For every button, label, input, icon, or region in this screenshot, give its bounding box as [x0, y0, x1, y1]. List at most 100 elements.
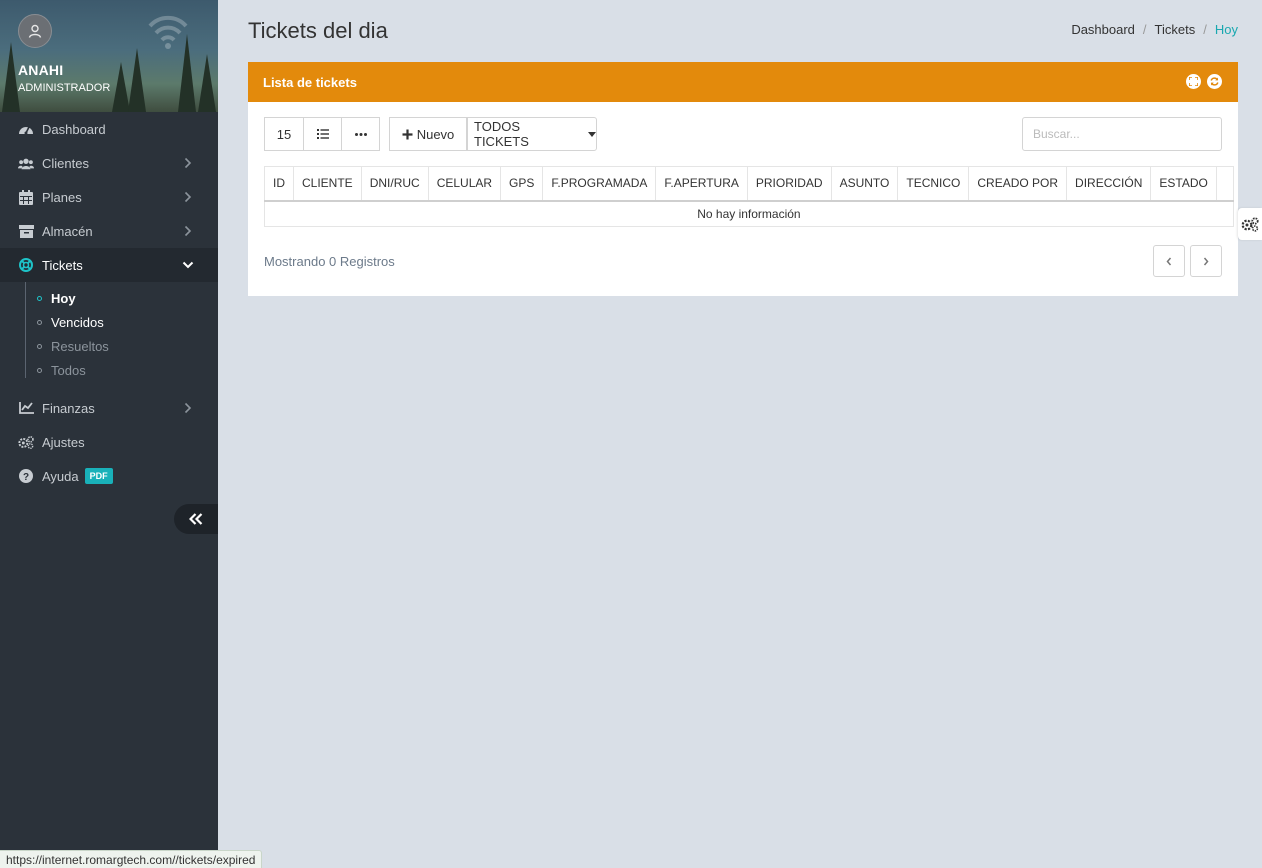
lifebuoy-icon [18, 257, 34, 273]
sidebar-item-label: Almacén [42, 223, 93, 239]
list-view-button[interactable] [304, 117, 342, 151]
column-header-tecnico[interactable]: TECNICO [897, 166, 970, 202]
ticket-filter-dropdown[interactable]: TODOS TICKETS [467, 117, 597, 151]
settings-panel-toggle[interactable] [1238, 208, 1262, 240]
cogs-icon [1241, 216, 1259, 232]
submenu-item-vencidos[interactable]: Vencidos [25, 310, 218, 334]
ellipsis-icon [354, 132, 367, 136]
column-header-empty [1216, 166, 1234, 202]
page-title: Tickets del dia [248, 18, 388, 43]
table-row: No hay información [265, 201, 1234, 227]
more-options-button[interactable] [342, 117, 380, 151]
previous-page-button[interactable] [1153, 245, 1185, 277]
column-header-gps[interactable]: GPS [500, 166, 544, 202]
empty-table-message: No hay información [697, 206, 801, 221]
profile-name: ANAHI [18, 62, 64, 78]
chevron-right-icon [184, 402, 192, 414]
tickets-submenu: Hoy Vencidos Resueltos Todos [25, 282, 218, 386]
submenu-item-label: Vencidos [51, 314, 104, 330]
sidebar-item-finanzas[interactable]: Finanzas [0, 391, 218, 425]
search-input[interactable] [1022, 117, 1222, 151]
sidebar-item-label: Tickets [42, 257, 83, 273]
table-toolbar: 15 Nuevo TODOS TICKETS [264, 117, 597, 151]
question-circle-icon: ? [18, 468, 34, 484]
breadcrumb-separator: / [1203, 22, 1207, 37]
refresh-icon[interactable] [1207, 74, 1222, 89]
submenu-item-label: Todos [51, 362, 86, 378]
circle-icon [37, 295, 42, 301]
sidebar-item-tickets[interactable]: Tickets [0, 248, 218, 282]
new-ticket-button[interactable]: Nuevo [389, 117, 467, 151]
new-ticket-label: Nuevo [416, 126, 455, 142]
table-header-row: ID CLIENTE DNI/RUC CELULAR GPS F.PROGRAM… [264, 166, 1234, 202]
chevron-right-icon [1203, 257, 1209, 265]
pdf-badge[interactable]: PDF [84, 468, 113, 484]
column-header-f-apertura[interactable]: F.APERTURA [655, 166, 748, 202]
submenu-item-resueltos[interactable]: Resueltos [25, 334, 218, 358]
chevron-left-icon [1166, 257, 1172, 265]
sidebar-item-ajustes[interactable]: Ajustes [0, 425, 218, 459]
sidebar-item-dashboard[interactable]: Dashboard [0, 112, 218, 146]
column-header-estado[interactable]: ESTADO [1150, 166, 1217, 202]
breadcrumb-tickets[interactable]: Tickets [1155, 22, 1196, 37]
breadcrumb: Dashboard / Tickets / Hoy [1071, 22, 1238, 37]
breadcrumb-dashboard[interactable]: Dashboard [1071, 22, 1135, 37]
records-count: Mostrando 0 Registros [264, 254, 395, 269]
breadcrumb-separator: / [1142, 22, 1147, 37]
collapse-sidebar-button[interactable] [174, 504, 218, 534]
angle-double-left-icon [189, 513, 203, 525]
sidebar-item-almacen[interactable]: Almacén [0, 214, 218, 248]
submenu-item-label: Resueltos [51, 338, 109, 354]
profile-panel: ANAHI ADMINISTRADOR [0, 0, 218, 112]
sidebar-item-ayuda[interactable]: ? Ayuda PDF [0, 459, 218, 493]
sidebar-item-label: Finanzas [42, 400, 95, 416]
column-header-asunto[interactable]: ASUNTO [831, 166, 899, 202]
tachometer-icon [18, 121, 34, 137]
svg-text:?: ? [23, 472, 29, 483]
sidebar-item-label: Dashboard [42, 121, 106, 137]
page-size-button[interactable]: 15 [264, 117, 304, 151]
line-chart-icon [18, 400, 34, 416]
user-icon [28, 24, 42, 38]
column-header-direccion[interactable]: DIRECCIÓN [1066, 166, 1152, 202]
column-header-dni-ruc[interactable]: DNI/RUC [361, 166, 429, 202]
profile-role: ADMINISTRADOR [18, 82, 111, 94]
calendar-icon [18, 189, 34, 205]
chevron-right-icon [184, 225, 192, 237]
sidebar-item-planes[interactable]: Planes [0, 180, 218, 214]
column-header-id[interactable]: ID [264, 166, 294, 202]
column-header-cliente[interactable]: CLIENTE [293, 166, 362, 202]
plus-icon [402, 129, 413, 139]
users-icon [18, 155, 34, 171]
ticket-filter-label: TODOS TICKETS [474, 119, 529, 149]
submenu-item-todos[interactable]: Todos [25, 358, 218, 382]
tickets-table: ID CLIENTE DNI/RUC CELULAR GPS F.PROGRAM… [264, 166, 1234, 227]
status-bar-url: https://internet.romargtech.com//tickets… [0, 850, 263, 868]
chevron-down-icon [182, 261, 194, 269]
column-header-f-programada[interactable]: F.PROGRAMADA [542, 166, 657, 202]
column-header-prioridad[interactable]: PRIORIDAD [747, 166, 832, 202]
pagination [1153, 245, 1222, 277]
card-title: Lista de tickets [263, 74, 357, 90]
breadcrumb-current: Hoy [1214, 22, 1238, 37]
sidebar-item-label: Ayuda [42, 468, 79, 484]
submenu-item-hoy[interactable]: Hoy [25, 286, 218, 310]
caret-down-icon [588, 131, 596, 137]
column-header-celular[interactable]: CELULAR [428, 166, 502, 202]
cogs-icon [18, 434, 34, 450]
sidebar-item-clientes[interactable]: Clientes [0, 146, 218, 180]
avatar[interactable] [18, 14, 52, 48]
chevron-right-icon [184, 157, 192, 169]
expand-icon[interactable] [1186, 74, 1201, 89]
submenu-item-label: Hoy [51, 290, 76, 306]
next-page-button[interactable] [1190, 245, 1222, 277]
card-header: Lista de tickets [248, 62, 1238, 102]
sidebar: ANAHI ADMINISTRADOR Dashboard Clientes P… [0, 0, 218, 868]
chevron-right-icon [184, 191, 192, 203]
column-header-creado-por[interactable]: CREADO POR [968, 166, 1068, 202]
sidebar-item-label: Ajustes [42, 434, 85, 450]
tickets-card: Lista de tickets 15 Nuevo TODOS TICKETS [248, 62, 1238, 296]
card-header-tools [1186, 74, 1222, 89]
circle-icon [37, 343, 42, 349]
circle-icon [37, 367, 42, 373]
